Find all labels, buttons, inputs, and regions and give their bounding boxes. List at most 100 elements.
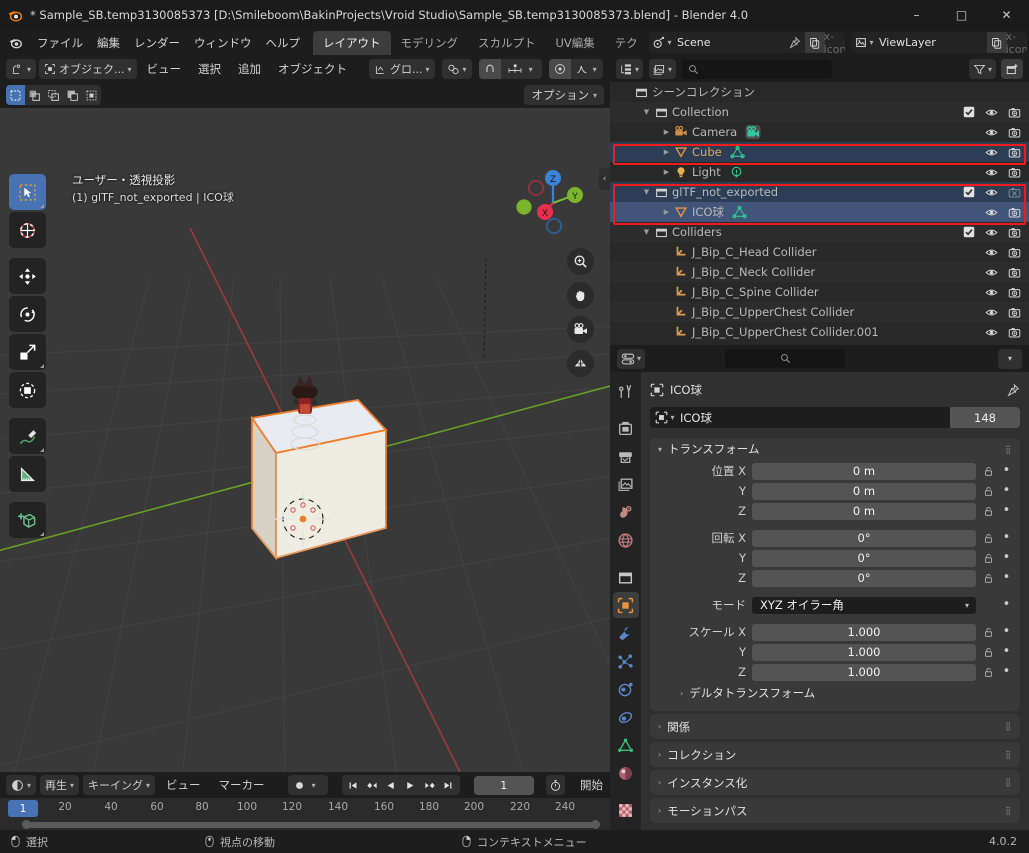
panel-grip[interactable]: ⣿ <box>1005 778 1012 787</box>
checkbox-icon[interactable] <box>963 226 975 238</box>
new-collection-icon[interactable] <box>1001 59 1023 79</box>
jump-end-icon[interactable] <box>439 780 458 791</box>
disclosure-open-icon[interactable]: ▼ <box>640 228 653 236</box>
outliner-row-j_bip_c_headcollider[interactable]: J_Bip_C_Head Collider <box>610 242 1029 262</box>
timeline-menu-marker[interactable]: マーカー <box>212 775 272 795</box>
render-camera-icon[interactable] <box>1008 126 1021 139</box>
subtract-select-icon[interactable] <box>44 85 63 105</box>
menu-window[interactable]: ウィンドウ <box>187 32 259 54</box>
transform-orientation-selector[interactable]: グロ... ▾ <box>369 59 435 79</box>
render-camera-icon[interactable] <box>1008 106 1021 119</box>
animate-property-icon[interactable]: • <box>1001 551 1012 564</box>
rotate-tool[interactable] <box>9 296 46 332</box>
render-camera-icon[interactable] <box>1008 246 1021 259</box>
outliner-tree[interactable]: シーンコレクション ▼ Collection ▶ Camera ▶ Cube ▶ Light ▼ g… <box>610 82 1029 342</box>
object-id-icon[interactable]: ▾ <box>650 411 680 424</box>
viewlayer-name[interactable]: ViewLayer <box>877 36 987 49</box>
lock-icon[interactable] <box>982 533 995 544</box>
properties-tab-physics[interactable] <box>613 676 639 702</box>
disclosure-closed-icon[interactable]: ▶ <box>660 208 673 216</box>
outliner-row-j_bip_c_spinecollider[interactable]: J_Bip_C_Spine Collider <box>610 282 1029 302</box>
eye-icon[interactable] <box>985 326 998 339</box>
play-reverse-icon[interactable] <box>382 780 401 791</box>
snap-target-selector[interactable]: ▾ <box>441 59 472 79</box>
location-x-field[interactable]: 0 m <box>752 462 976 480</box>
lock-icon[interactable] <box>982 506 995 517</box>
pan-hand-icon[interactable] <box>567 282 594 309</box>
lock-icon[interactable] <box>982 573 995 584</box>
lock-icon[interactable] <box>982 647 995 658</box>
panel-grip[interactable]: ⣿ <box>1005 750 1012 759</box>
toggle-ortho-icon[interactable] <box>567 350 594 377</box>
unlink-scene-icon[interactable]: x-icon <box>824 32 845 53</box>
minimize-button[interactable]: – <box>894 0 939 29</box>
timeline-menu-view[interactable]: ビュー <box>159 775 208 795</box>
animate-property-icon[interactable]: • <box>1001 598 1012 611</box>
transform-tool[interactable] <box>9 372 46 408</box>
close-button[interactable]: ✕ <box>984 0 1029 29</box>
blender-menu-logo-icon[interactable] <box>0 35 30 50</box>
outliner-row-ico[interactable]: ▶ ICO球 <box>610 202 1029 222</box>
proportional-edit-icon[interactable] <box>548 59 571 79</box>
set-select-icon[interactable] <box>6 85 25 105</box>
timeline-scrollbar[interactable] <box>26 822 596 828</box>
render-camera-icon[interactable] <box>1008 206 1021 219</box>
magnet-icon[interactable] <box>478 59 501 79</box>
object-mode-selector[interactable]: オブジェク... ▾ <box>39 59 137 79</box>
properties-tab-output[interactable] <box>613 443 639 469</box>
chevron-down-icon[interactable]: ▾ <box>998 348 1022 369</box>
tab-texturing[interactable]: テク <box>605 31 648 55</box>
timeline-ruler[interactable]: 1 20 40 60 80 100 120 140 160 180 200 22… <box>0 798 610 820</box>
eye-icon[interactable] <box>985 206 998 219</box>
current-frame-field[interactable]: 1 <box>473 775 534 795</box>
outliner-editor[interactable]: ▾ ▾ ▾ シーンコレクション ▼ Collection ▶ Camera ▶ Cube <box>610 56 1029 345</box>
maximize-button[interactable]: □ <box>939 0 984 29</box>
3d-viewport[interactable]: ▾ オブジェク... ▾ ビュー 選択 追加 オブジェクト グロ... ▾ ▾ … <box>0 56 610 772</box>
stopwatch-icon[interactable] <box>545 775 565 795</box>
jump-start-icon[interactable] <box>344 780 363 791</box>
timeline-scroll-handle-right[interactable] <box>591 820 600 829</box>
navigation-gizmo[interactable]: Z Y X <box>514 164 592 242</box>
scene-selector[interactable]: ▾ Scene x-icon <box>649 32 845 53</box>
properties-tab-scene[interactable] <box>613 499 639 525</box>
move-tool[interactable] <box>9 258 46 294</box>
checkbox-icon[interactable] <box>963 186 975 198</box>
animate-property-icon[interactable]: • <box>1001 504 1012 517</box>
outliner-row-cube[interactable]: ▶ Cube <box>610 142 1029 162</box>
panel-grip[interactable]: ⣿ <box>1005 445 1012 454</box>
play-icon[interactable] <box>401 780 420 791</box>
scene-name[interactable]: Scene <box>675 36 785 49</box>
menu-render[interactable]: レンダー <box>127 32 187 54</box>
outliner-row-camera[interactable]: ▶ Camera <box>610 122 1029 142</box>
timeline-menu-keying[interactable]: キーイング ▾ <box>83 775 156 795</box>
scale-y-field[interactable]: 1.000 <box>752 643 976 661</box>
lock-icon[interactable] <box>982 486 995 497</box>
delta-transform-subpanel[interactable]: › デルタトランスフォーム <box>658 683 1012 703</box>
timeline-editor[interactable]: ▾ 再生 ▾ キーイング ▾ ビュー マーカー ▾ 1 開始 1 20 40 6… <box>0 772 610 830</box>
falloff-curve-icon[interactable] <box>571 59 593 79</box>
eye-icon[interactable] <box>985 266 998 279</box>
menu-help[interactable]: ヘルプ <box>259 32 308 54</box>
rotation-x-field[interactable]: 0° <box>752 529 976 547</box>
tab-uv-editing[interactable]: UV編集 <box>546 31 605 55</box>
properties-tab-constraints[interactable] <box>613 704 639 730</box>
tab-sculpting[interactable]: スカルプト <box>468 31 546 55</box>
outliner-row-j_bip_c_upperchestcollider.001[interactable]: J_Bip_C_UpperChest Collider.001 <box>610 322 1029 342</box>
invert-select-icon[interactable] <box>63 85 82 105</box>
viewport-menu-view[interactable]: ビュー <box>140 59 189 79</box>
properties-editor[interactable]: ▾ ▾ ICO球 ▾ ICO球 148 ▾ トランスフォーム ⣿ 位置 X 0 … <box>610 345 1029 830</box>
properties-search-input[interactable] <box>725 349 846 368</box>
animate-property-icon[interactable]: • <box>1001 571 1012 584</box>
tab-layout[interactable]: レイアウト <box>313 30 391 55</box>
properties-tab-world[interactable] <box>613 527 639 553</box>
falloff-chevron-icon[interactable]: ▾ <box>593 65 603 74</box>
pin-icon[interactable] <box>785 32 805 53</box>
viewport-menu-object[interactable]: オブジェクト <box>271 59 354 79</box>
properties-tab-material[interactable] <box>613 760 639 786</box>
intersect-select-icon[interactable] <box>82 85 101 105</box>
render-camera-icon[interactable] <box>1008 326 1021 339</box>
outliner-row-j_bip_c_upperchestcollider[interactable]: J_Bip_C_UpperChest Collider <box>610 302 1029 322</box>
collections-panel[interactable]: › コレクション ⣿ <box>650 742 1020 767</box>
eye-icon[interactable] <box>985 286 998 299</box>
timeline-scrollbar-row[interactable] <box>0 820 610 830</box>
